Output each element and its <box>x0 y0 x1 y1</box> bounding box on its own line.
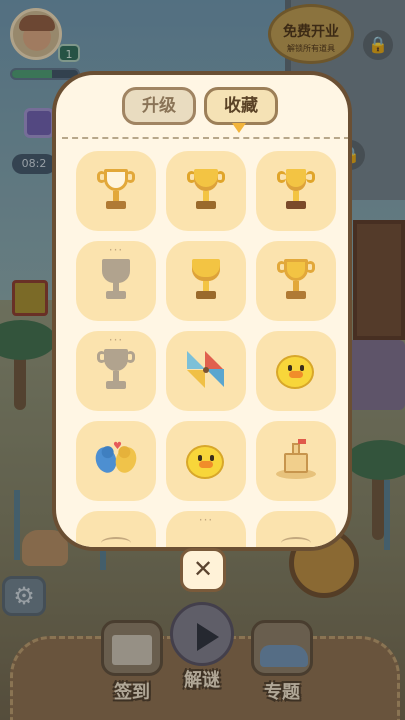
pinwheel-icon <box>184 347 228 395</box>
collection-item[interactable] <box>256 331 336 411</box>
collection-item[interactable] <box>256 241 336 321</box>
collection-item[interactable] <box>166 241 246 321</box>
gold-trophy-icon <box>276 167 316 215</box>
locked-indicator-icon: ··· <box>108 333 124 347</box>
dashed-divider <box>62 137 348 139</box>
collection-item[interactable] <box>166 331 246 411</box>
collection-item-locked[interactable]: ··· <box>76 241 156 321</box>
close-button[interactable]: ✕ <box>180 548 226 592</box>
collection-panel: 升级 收藏 ··· ··· ♥ ··· <box>52 71 352 551</box>
sandcastle-icon <box>274 439 318 483</box>
tab-upgrade[interactable]: 升级 <box>122 87 196 125</box>
collection-item[interactable] <box>166 151 246 231</box>
rubber-duck-icon <box>274 351 318 391</box>
grey-trophy-icon <box>96 347 136 395</box>
collection-item-locked[interactable]: ··· <box>166 511 246 547</box>
collection-item-locked[interactable]: ··· <box>76 331 156 411</box>
rubber-duck-icon <box>184 441 228 481</box>
white-trophy-icon <box>276 257 316 305</box>
panel-header: 升级 收藏 <box>56 75 348 137</box>
white-trophy-icon <box>96 167 136 215</box>
lovebirds-icon: ♥ <box>92 441 140 483</box>
locked-indicator-icon: ··· <box>198 513 214 527</box>
collection-item[interactable] <box>256 151 336 231</box>
partial-item-icon <box>281 537 311 547</box>
collection-grid: ··· ··· ♥ ··· <box>70 147 338 547</box>
gold-trophy-icon <box>186 257 226 305</box>
gold-trophy-icon <box>186 167 226 215</box>
collection-item[interactable] <box>166 421 246 501</box>
collection-item[interactable] <box>256 511 336 547</box>
locked-indicator-icon: ··· <box>108 243 124 257</box>
collection-item[interactable] <box>76 151 156 231</box>
tab-collection[interactable]: 收藏 <box>204 87 278 125</box>
collection-item[interactable] <box>76 511 156 547</box>
partial-item-icon <box>101 537 131 547</box>
active-tab-pointer-icon <box>232 123 246 133</box>
collection-item[interactable]: ♥ <box>76 421 156 501</box>
grey-trophy-icon <box>96 257 136 305</box>
collection-item[interactable] <box>256 421 336 501</box>
